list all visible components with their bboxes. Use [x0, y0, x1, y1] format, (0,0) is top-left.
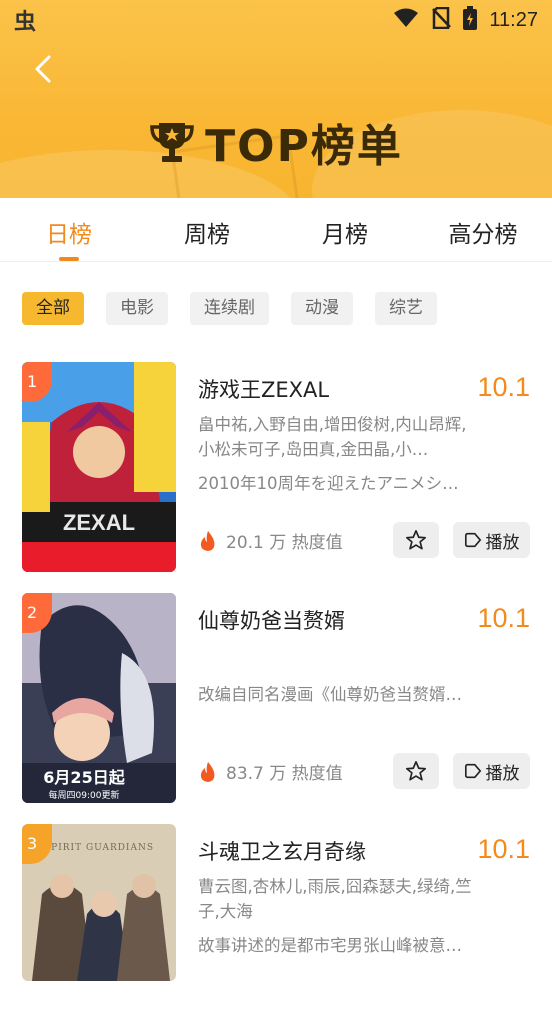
- poster-image[interactable]: SPIRIT GUARDIANS 3: [22, 824, 176, 981]
- poster-image[interactable]: ZEXAL 1: [22, 362, 176, 572]
- heat-value: 20.1 万 热度值: [226, 533, 343, 553]
- list-item[interactable]: ZEXAL 1 游戏王ZEXAL 10.1 畠中祐,入野自由,增田俊树,内山昂辉…: [0, 362, 552, 572]
- play-icon: [464, 763, 481, 779]
- poster-schedule: 每周四09:00更新: [49, 789, 120, 801]
- tab-daily[interactable]: 日榜: [0, 198, 138, 261]
- poster-title: SPIRIT GUARDIANS: [44, 843, 154, 853]
- favorite-button[interactable]: [393, 753, 439, 789]
- item-title[interactable]: 斗魂卫之玄月奇缘: [198, 836, 366, 866]
- item-description: 故事讲述的是都市宅男张山峰被意…: [198, 936, 462, 955]
- poster-image[interactable]: 6月25日起 每周四09:00更新 2: [22, 593, 176, 803]
- star-icon: [406, 530, 426, 550]
- heat-info: 83.7 万 热度值: [198, 759, 343, 784]
- header-banner: 虫 11:27 TOP榜单: [0, 0, 552, 198]
- tab-high-score[interactable]: 高分榜: [414, 198, 552, 261]
- list-item[interactable]: 6月25日起 每周四09:00更新 2 仙尊奶爸当赘婿 10.1 改编自同名漫画…: [0, 593, 552, 803]
- play-label: 播放: [485, 763, 520, 784]
- flame-icon: [200, 530, 215, 551]
- tab-weekly[interactable]: 周榜: [138, 198, 276, 261]
- tab-monthly[interactable]: 月榜: [276, 198, 414, 261]
- item-description: 改编自同名漫画《仙尊奶爸当赘婿…: [198, 685, 462, 704]
- wifi-icon: [393, 8, 419, 32]
- play-label: 播放: [485, 532, 520, 553]
- item-title[interactable]: 游戏王ZEXAL: [198, 374, 329, 404]
- play-button[interactable]: 播放: [453, 522, 530, 558]
- category-filters: 全部 电影 连续剧 动漫 综艺: [22, 292, 437, 325]
- status-time: 11:27: [489, 8, 538, 31]
- battery-icon: [463, 6, 478, 34]
- star-icon: [406, 761, 426, 781]
- app-badge: 虫: [14, 10, 37, 35]
- item-cast: 曹云图,杏林儿,雨辰,囧森瑟夫,绿绮,竺子,大海: [198, 877, 472, 921]
- chevron-left-icon: [35, 55, 51, 83]
- heat-value: 83.7 万 热度值: [226, 764, 343, 784]
- flame-icon: [200, 761, 215, 782]
- play-button[interactable]: 播放: [453, 753, 530, 789]
- item-cast: 畠中祐,入野自由,增田俊树,内山昂辉,小松未可子,岛田真,金田晶,小…: [198, 415, 467, 459]
- page-title: TOP榜单: [0, 110, 552, 174]
- item-score: 10.1: [477, 372, 530, 402]
- item-score: 10.1: [477, 834, 530, 864]
- ranking-tabs: 日榜 周榜 月榜 高分榜: [0, 198, 552, 262]
- status-bar: 虫 11:27: [0, 0, 552, 40]
- item-description: 2010年10周年を迎えたアニメシ…: [198, 474, 459, 493]
- item-title[interactable]: 仙尊奶爸当赘婿: [198, 605, 345, 635]
- heat-info: 20.1 万 热度值: [198, 528, 343, 553]
- poster-date: 6月25日起: [43, 768, 125, 787]
- play-icon: [464, 532, 481, 548]
- item-score: 10.1: [477, 603, 530, 633]
- filter-movie[interactable]: 电影: [106, 292, 168, 325]
- no-sim-icon: [431, 6, 452, 33]
- favorite-button[interactable]: [393, 522, 439, 558]
- list-item[interactable]: SPIRIT GUARDIANS 3 斗魂卫之玄月奇缘 10.1 曹云图,杏林儿…: [0, 824, 552, 1034]
- filter-anime[interactable]: 动漫: [291, 292, 353, 325]
- trophy-icon: [150, 123, 194, 162]
- back-button[interactable]: [26, 52, 60, 86]
- filter-all[interactable]: 全部: [22, 292, 84, 325]
- svg-text:ZEXAL: ZEXAL: [63, 510, 135, 535]
- filter-variety[interactable]: 综艺: [375, 292, 437, 325]
- filter-series[interactable]: 连续剧: [190, 292, 269, 325]
- header-title: TOP榜单: [205, 121, 403, 172]
